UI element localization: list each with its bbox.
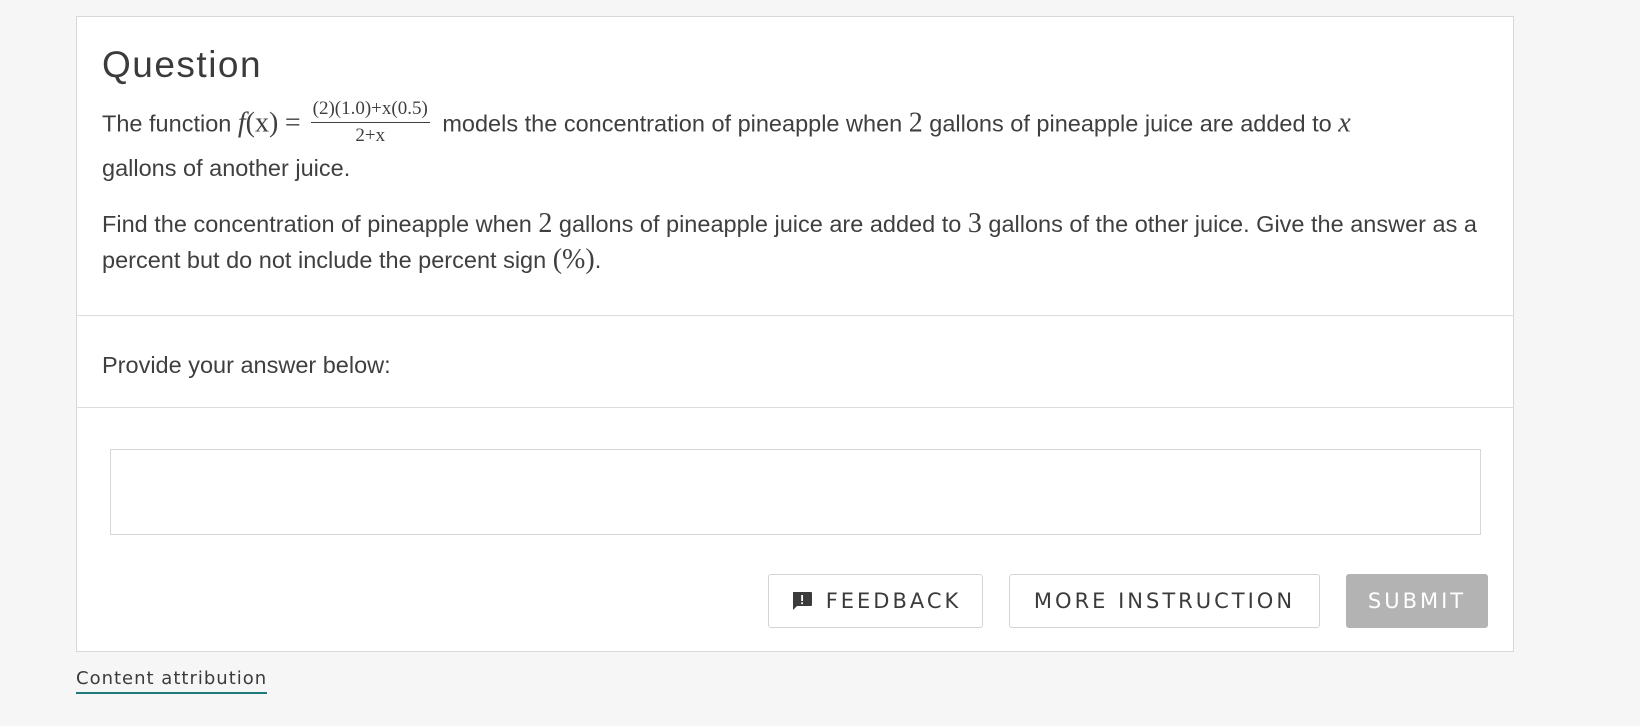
answer-input[interactable] (110, 449, 1481, 535)
fraction-numerator: (2)(1.0)+x(0.5) (310, 98, 430, 123)
function-name: f (237, 107, 246, 139)
para1-text-c: gallons of another juice. (102, 155, 351, 181)
feedback-icon (792, 592, 812, 610)
content-attribution-link[interactable]: Content attribution (76, 668, 268, 694)
question-title: Question (102, 44, 263, 85)
function-fraction: (2)(1.0)+x(0.5) 2+x (310, 98, 430, 147)
question-section: Question The function f(x) = (2)(1.0)+x(0… (77, 17, 1513, 316)
para2-text-b: gallons of pineapple juice are added to (552, 211, 968, 237)
para2-number-b: 3 (967, 208, 982, 239)
question-card: Question The function f(x) = (2)(1.0)+x(0… (76, 16, 1514, 652)
variable-x: x (1338, 107, 1351, 139)
submit-button[interactable]: SUBMIT (1346, 574, 1488, 628)
answer-label-section: Provide your answer below: (77, 316, 1513, 408)
question-paragraph-2: Find the concentration of pineapple when… (102, 206, 1488, 278)
answer-label: Provide your answer below: (102, 352, 391, 378)
percent-sign: (%) (552, 244, 595, 275)
more-instruction-button-label: MORE INSTRUCTION (1033, 589, 1296, 613)
para1-text-a: models the concentration of pineapple wh… (435, 110, 909, 137)
submit-button-label: SUBMIT (1367, 589, 1467, 613)
para1-number-a: 2 (908, 107, 923, 139)
function-argument: (x) (245, 107, 279, 139)
para2-text-d: . (594, 247, 602, 273)
fraction-denominator: 2+x (355, 125, 386, 146)
question-paragraph-1: The function f(x) = (2)(1.0)+x(0.5) 2+x mo… (102, 98, 1488, 186)
para1-text-b: gallons of pineapple juice are added to (922, 110, 1339, 137)
feedback-button-label: FEEDBACK (825, 589, 962, 613)
para1-text-before-function: The function (102, 110, 238, 137)
equals-sign: = (284, 107, 301, 139)
para2-number-a: 2 (538, 208, 553, 239)
para2-text-a: Find the concentration of pineapple when (102, 211, 539, 237)
feedback-button[interactable]: FEEDBACK (768, 574, 983, 628)
more-instruction-button[interactable]: MORE INSTRUCTION (1009, 574, 1320, 628)
